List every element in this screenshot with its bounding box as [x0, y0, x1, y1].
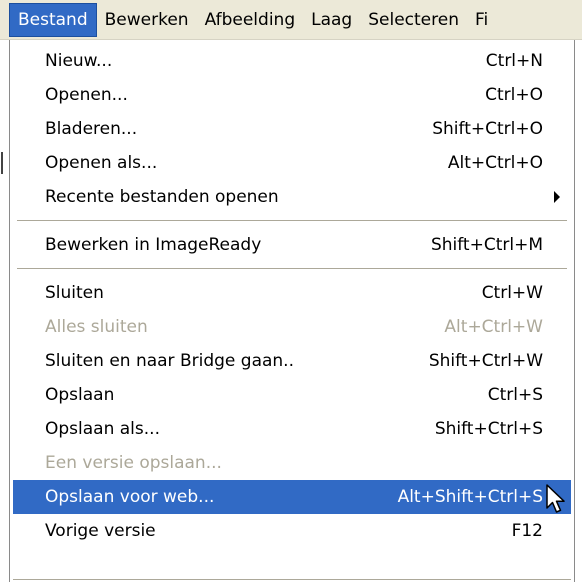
menu-bestand[interactable]: Bestand — [9, 2, 97, 37]
menu-item-label: Sluiten — [45, 283, 104, 303]
menu-separator — [13, 579, 571, 580]
menu-item-versie-opslaan: Een versie opslaan... — [13, 446, 571, 480]
menu-separator — [13, 214, 571, 228]
background-window-edge — [0, 40, 9, 582]
file-menu-dropdown: Nieuw... Ctrl+N Openen... Ctrl+O Bladere… — [9, 40, 575, 582]
menu-item-shortcut: Alt+Ctrl+O — [447, 153, 543, 173]
menu-item-bladeren[interactable]: Bladeren... Shift+Ctrl+O — [13, 112, 571, 146]
menu-item-recente-bestanden[interactable]: Recente bestanden openen — [13, 180, 571, 214]
menu-item-label: Nieuw... — [45, 51, 113, 71]
menu-item-label: Opslaan — [45, 385, 115, 405]
menu-item-opslaan[interactable]: Opslaan Ctrl+S — [13, 378, 571, 412]
menu-item-shortcut: Ctrl+W — [481, 283, 543, 303]
menu-item-shortcut: Alt+Shift+Ctrl+S — [397, 487, 543, 507]
menu-item-nieuw[interactable]: Nieuw... Ctrl+N — [13, 44, 571, 78]
background-mark — [1, 152, 3, 174]
menu-item-label: Opslaan voor web... — [45, 487, 215, 507]
menu-laag[interactable]: Laag — [303, 3, 360, 37]
menu-item-opslaan-als[interactable]: Opslaan als... Shift+Ctrl+S — [13, 412, 571, 446]
menubar: Bestand Bewerken Afbeelding Laag Selecte… — [0, 0, 582, 40]
menu-filter-truncated[interactable]: Fi — [467, 3, 496, 37]
menu-item-label: Alles sluiten — [45, 317, 148, 337]
menu-item-sluiten[interactable]: Sluiten Ctrl+W — [13, 276, 571, 310]
menu-item-shortcut: F12 — [511, 521, 543, 541]
menu-item-label: Een versie opslaan... — [45, 453, 222, 473]
menu-item-shortcut: Shift+Ctrl+M — [430, 235, 543, 255]
menu-item-label: Openen... — [45, 85, 128, 105]
menu-item-shortcut: Alt+Ctrl+W — [444, 317, 543, 337]
menu-separator — [13, 262, 571, 276]
menu-afbeelding[interactable]: Afbeelding — [197, 3, 304, 37]
menu-item-label: Openen als... — [45, 153, 158, 173]
menu-item-label: Recente bestanden openen — [45, 187, 279, 207]
mouse-pointer-icon — [546, 484, 565, 513]
menu-item-label: Bladeren... — [45, 119, 138, 139]
menu-bewerken[interactable]: Bewerken — [97, 3, 197, 37]
menu-item-label: Opslaan als... — [45, 419, 160, 439]
menu-list: Nieuw... Ctrl+N Openen... Ctrl+O Bladere… — [13, 44, 571, 548]
menu-item-shortcut: Shift+Ctrl+O — [432, 119, 543, 139]
menu-item-shortcut: Shift+Ctrl+W — [428, 351, 543, 371]
menu-item-openen-als[interactable]: Openen als... Alt+Ctrl+O — [13, 146, 571, 180]
menu-item-sluiten-bridge[interactable]: Sluiten en naar Bridge gaan.. Shift+Ctrl… — [13, 344, 571, 378]
menu-item-openen[interactable]: Openen... Ctrl+O — [13, 78, 571, 112]
menu-item-vorige-versie[interactable]: Vorige versie F12 — [13, 514, 571, 548]
menu-item-shortcut: Ctrl+S — [487, 385, 543, 405]
menu-item-shortcut: Shift+Ctrl+S — [434, 419, 543, 439]
menu-selecteren[interactable]: Selecteren — [360, 3, 467, 37]
menu-item-label: Vorige versie — [45, 521, 156, 541]
menu-item-shortcut: Ctrl+O — [485, 85, 543, 105]
menu-item-bewerken-imageready[interactable]: Bewerken in ImageReady Shift+Ctrl+M — [13, 228, 571, 262]
menu-item-alles-sluiten: Alles sluiten Alt+Ctrl+W — [13, 310, 571, 344]
menu-item-label: Sluiten en naar Bridge gaan.. — [45, 351, 294, 371]
menu-item-label: Bewerken in ImageReady — [45, 235, 262, 255]
menu-item-opslaan-voor-web[interactable]: Opslaan voor web... Alt+Shift+Ctrl+S — [13, 480, 571, 514]
triangle-right-icon — [554, 191, 560, 203]
menu-item-shortcut: Ctrl+N — [485, 51, 543, 71]
